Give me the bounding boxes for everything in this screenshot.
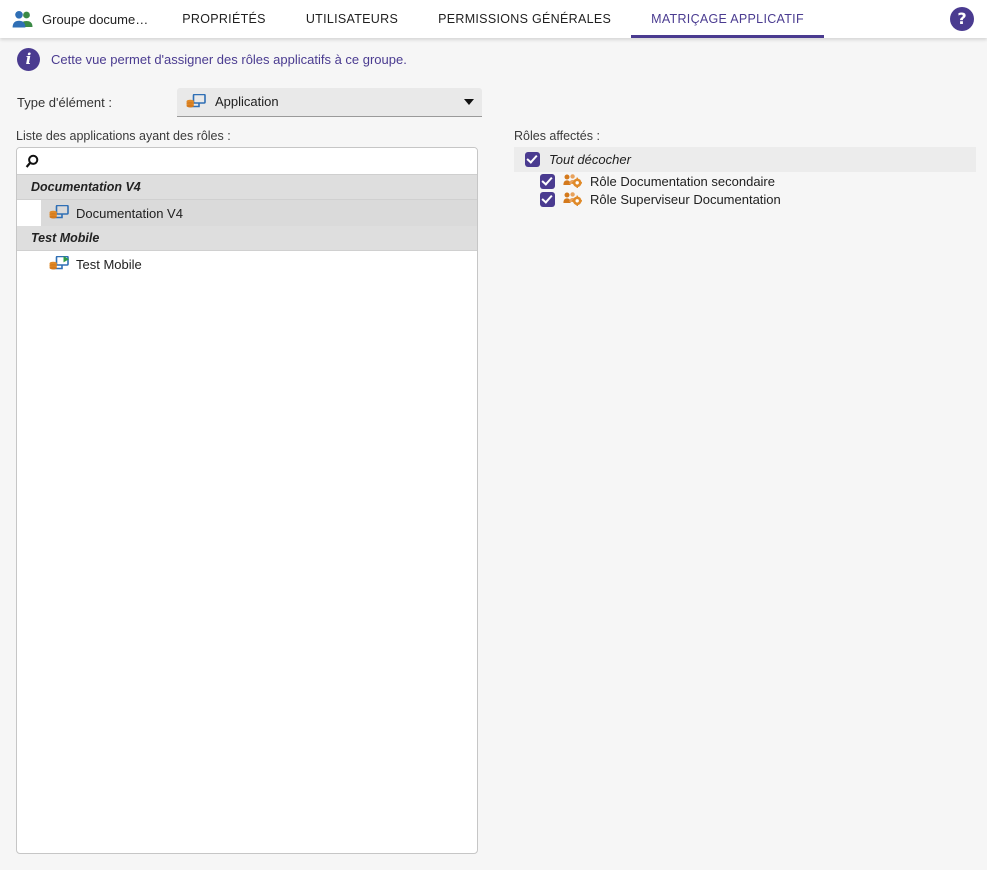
applications-panel: Liste des applications ayant des rôles :… [16,129,478,854]
list-item-label: Test Mobile [76,256,142,272]
role-checkbox[interactable] [540,191,555,207]
element-type-label: Type d'élément : [17,94,112,110]
roles-select-all-row[interactable]: Tout décocher [514,147,976,172]
group-people-icon [12,10,34,28]
tab-permissions-generales-label: PERMISSIONS GÉNÉRALES [438,12,612,26]
role-group-icon [563,191,583,207]
search-icon [25,154,40,169]
tab-utilisateurs[interactable]: UTILISATEURS [286,0,418,38]
list-item[interactable]: Test Mobile [17,251,477,277]
panels-container: Liste des applications ayant des rôles :… [0,117,987,854]
list-item[interactable]: Documentation V4 [17,200,477,226]
tab-list: PROPRIÉTÉS UTILISATEURS PERMISSIONS GÉNÉ… [162,0,824,38]
role-label: Rôle Documentation secondaire [590,173,775,189]
role-group-icon [563,173,583,189]
tab-matricage-applicatif[interactable]: MATRIÇAGE APPLICATIF [631,0,824,38]
search-row [17,148,477,175]
applications-panel-label: Liste des applications ayant des rôles : [16,129,231,143]
list-item-indent [17,200,41,226]
application-mobile-icon [49,255,69,272]
list-group-header[interactable]: Test Mobile [17,226,477,251]
roles-panel-label: Rôles affectés : [514,129,600,143]
search-input[interactable] [40,152,477,170]
application-icon [49,204,69,221]
list-item-label: Documentation V4 [76,205,183,221]
list-item-indent [17,251,41,277]
tab-utilisateurs-label: UTILISATEURS [305,12,399,26]
role-row[interactable]: Rôle Documentation secondaire [514,172,976,190]
group-title-label: Groupe docume… [42,11,149,27]
element-type-value: Application [215,94,279,109]
roles-select-all-label: Tout décocher [549,152,631,167]
application-icon [186,93,206,110]
tab-matricage-applicatif-label: MATRIÇAGE APPLICATIF [651,12,804,26]
role-row[interactable]: Rôle Superviseur Documentation [514,190,976,208]
help-area: ? [950,0,987,38]
role-checkbox[interactable] [540,173,555,189]
info-circle-icon: i [17,48,40,71]
roles-select-all-checkbox[interactable] [525,152,540,167]
tab-permissions-generales[interactable]: PERMISSIONS GÉNÉRALES [418,0,631,38]
top-tab-bar: Groupe docume… PROPRIÉTÉS UTILISATEURS P… [0,0,987,38]
group-title: Groupe docume… [0,0,162,38]
role-label: Rôle Superviseur Documentation [590,191,781,207]
list-group-header[interactable]: Documentation V4 [17,175,477,200]
roles-panel: Rôles affectés : Tout décocher Rôle Docu… [514,129,976,854]
applications-list-box: Documentation V4 Documentation V4 Test M… [16,147,478,854]
info-message: Cette vue permet d'assigner des rôles ap… [51,52,407,67]
tab-proprietes-label: PROPRIÉTÉS [182,12,266,26]
element-type-select[interactable]: Application [177,87,482,117]
info-banner: i Cette vue permet d'assigner des rôles … [0,38,987,81]
tab-proprietes[interactable]: PROPRIÉTÉS [162,0,286,38]
chevron-down-icon[interactable] [464,98,474,105]
help-circle-icon[interactable]: ? [950,7,974,31]
element-type-row: Type d'élément : Application [0,81,987,117]
